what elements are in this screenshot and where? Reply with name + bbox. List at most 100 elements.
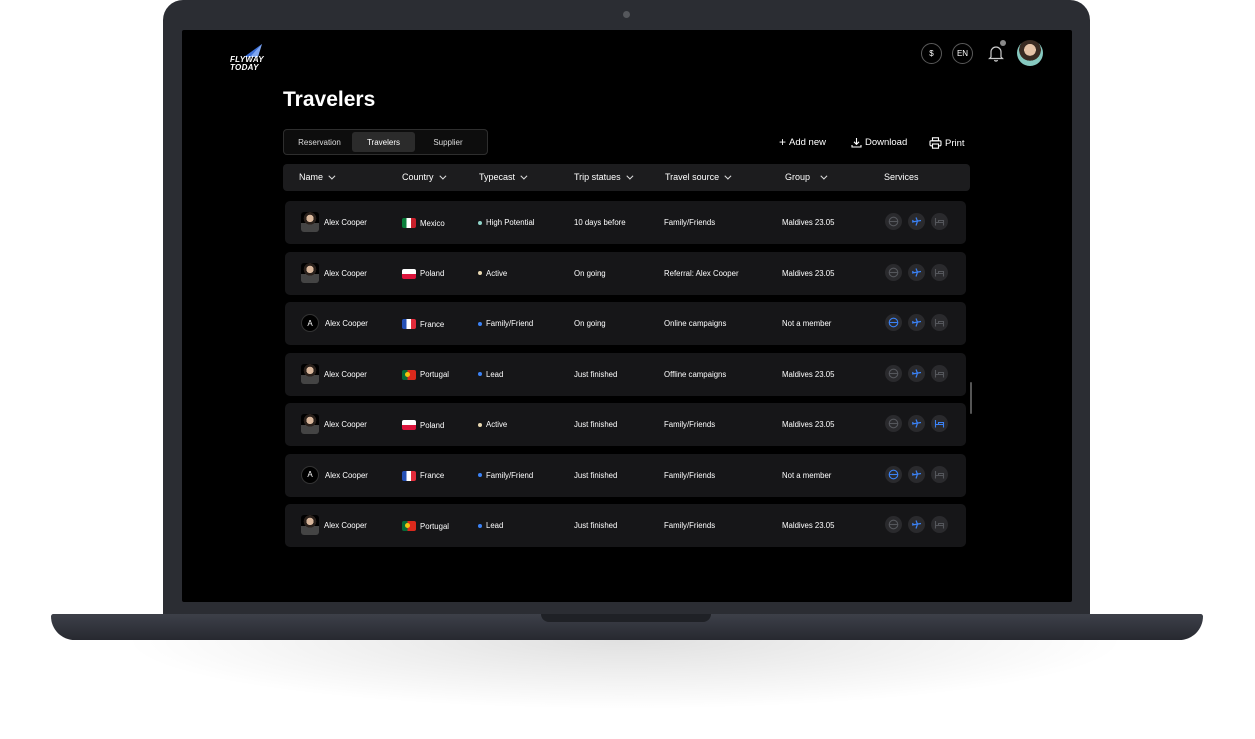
status-dot — [478, 321, 482, 326]
column-travel-source[interactable]: Travel source — [665, 172, 732, 182]
service-airplane-icon[interactable] — [908, 516, 925, 533]
service-bed-icon[interactable] — [931, 314, 948, 331]
column-country[interactable]: Country — [402, 172, 446, 182]
download-button[interactable]: Download — [851, 137, 907, 148]
tab-supplier[interactable]: Supplier — [415, 132, 481, 152]
table-row[interactable]: Alex Cooper Portugal Lead Just finished Offl… — [285, 352, 966, 396]
avatar: A — [301, 314, 319, 332]
column-name[interactable]: Name — [299, 172, 336, 182]
service-airplane-icon[interactable] — [908, 465, 925, 483]
travel-source: Online campaigns — [664, 319, 727, 328]
steering-wheel-icon — [888, 368, 899, 378]
service-bed-icon[interactable] — [931, 465, 948, 483]
status-dot — [478, 372, 482, 376]
typecast-cell: High Potential — [478, 218, 535, 227]
chevron-down-icon — [626, 172, 634, 180]
download-icon — [851, 138, 862, 148]
country-cell: Poland — [402, 420, 444, 430]
tab-reservation[interactable]: Reservation — [287, 132, 352, 152]
flyway-logo[interactable]: FLYWAY TODAY — [230, 44, 270, 74]
service-bed-icon[interactable] — [931, 415, 948, 432]
airplane-icon — [911, 217, 922, 226]
column-group[interactable]: Group — [785, 172, 828, 182]
traveler-name[interactable]: Alex Cooper — [325, 471, 368, 480]
plus-icon: + — [779, 135, 787, 149]
steering-wheel-icon — [888, 469, 899, 479]
table-row[interactable]: A Alex Cooper France Family/Friend Just fini… — [285, 453, 966, 497]
flag-icon — [402, 521, 416, 531]
tab-travelers[interactable]: Travelers — [352, 132, 415, 152]
language-button[interactable]: EN — [952, 43, 973, 64]
avatar — [301, 515, 319, 535]
service-airplane-icon[interactable] — [908, 364, 925, 382]
user-avatar[interactable] — [1017, 40, 1043, 66]
steering-wheel-icon — [888, 418, 899, 429]
typecast-cell: Lead — [478, 521, 503, 530]
service-steering-wheel-icon[interactable] — [885, 364, 902, 382]
service-airplane-icon[interactable] — [908, 415, 925, 432]
service-bed-icon[interactable] — [931, 213, 948, 230]
service-airplane-icon[interactable] — [908, 263, 925, 281]
laptop-lid: FLYWAY TODAY $ EN Travelers Reservation … — [163, 0, 1090, 618]
trip-status: On going — [574, 268, 606, 278]
column-trip-statues[interactable]: Trip statues — [574, 172, 634, 182]
travel-source: Family/Friends — [664, 218, 716, 227]
table-header: Name Country Typecast Trip statues Trave… — [283, 164, 970, 191]
camera-icon — [623, 11, 630, 18]
traveler-name[interactable]: Alex Cooper — [324, 218, 367, 227]
table-row[interactable]: A Alex Cooper France Family/Friend On going O… — [285, 302, 966, 345]
service-bed-icon[interactable] — [931, 263, 948, 281]
flag-icon — [402, 470, 416, 481]
table-row[interactable]: Alex Cooper Poland Active On going Referral:… — [285, 251, 966, 295]
status-dot — [478, 271, 482, 275]
chevron-down-icon — [520, 172, 528, 180]
service-steering-wheel-icon[interactable] — [885, 314, 902, 331]
add-new-button[interactable]: + Add new — [779, 135, 826, 149]
service-steering-wheel-icon[interactable] — [885, 516, 902, 533]
service-airplane-icon[interactable] — [908, 314, 925, 331]
add-new-label: Add new — [789, 137, 826, 148]
country-cell: France — [402, 470, 444, 481]
traveler-name[interactable]: Alex Cooper — [324, 370, 367, 379]
traveler-name[interactable]: Alex Cooper — [324, 521, 367, 530]
bed-icon — [934, 470, 945, 478]
table-row[interactable]: Alex Cooper Portugal Lead Just finished Fami… — [285, 504, 966, 547]
chevron-down-icon — [820, 172, 828, 180]
traveler-name[interactable]: Alex Cooper — [325, 319, 368, 328]
column-typecast[interactable]: Typecast — [479, 172, 528, 182]
avatar: A — [301, 465, 319, 484]
bed-icon — [934, 218, 945, 226]
travel-source: Referral: Alex Cooper — [664, 268, 739, 278]
typecast-cell: Family/Friend — [478, 319, 533, 328]
trip-status: Just finished — [574, 521, 618, 530]
travel-source: Offline campaigns — [664, 369, 727, 379]
status-dot — [478, 220, 482, 225]
scrollbar[interactable] — [970, 382, 972, 414]
service-steering-wheel-icon[interactable] — [885, 415, 902, 432]
table-row[interactable]: Alex Cooper Poland Active Just finished Fami… — [285, 403, 966, 446]
group-cell: Maldives 23.05 — [782, 268, 835, 278]
traveler-name[interactable]: Alex Cooper — [324, 420, 367, 429]
group-cell: Maldives 23.05 — [782, 218, 835, 227]
flag-icon — [402, 369, 416, 380]
print-button[interactable]: Print — [929, 137, 965, 149]
airplane-icon — [911, 318, 922, 327]
service-steering-wheel-icon[interactable] — [885, 465, 902, 483]
country-cell: Portugal — [402, 369, 449, 380]
currency-button[interactable]: $ — [921, 43, 942, 64]
country-cell: Poland — [402, 268, 444, 279]
chevron-down-icon — [438, 172, 446, 180]
airplane-icon — [911, 419, 922, 428]
bell-icon[interactable] — [988, 44, 1004, 62]
traveler-name[interactable]: Alex Cooper — [324, 269, 367, 278]
table-row[interactable]: Alex Cooper Mexico High Potential 10 days b… — [285, 201, 966, 244]
tab-bar: Reservation Travelers Supplier — [283, 129, 488, 155]
service-airplane-icon[interactable] — [908, 213, 925, 230]
service-steering-wheel-icon[interactable] — [885, 213, 902, 230]
service-steering-wheel-icon[interactable] — [885, 263, 902, 281]
service-bed-icon[interactable] — [931, 364, 948, 382]
typecast-cell: Active — [478, 420, 507, 429]
service-bed-icon[interactable] — [931, 516, 948, 533]
status-dot — [478, 523, 482, 528]
chevron-down-icon — [328, 172, 336, 180]
